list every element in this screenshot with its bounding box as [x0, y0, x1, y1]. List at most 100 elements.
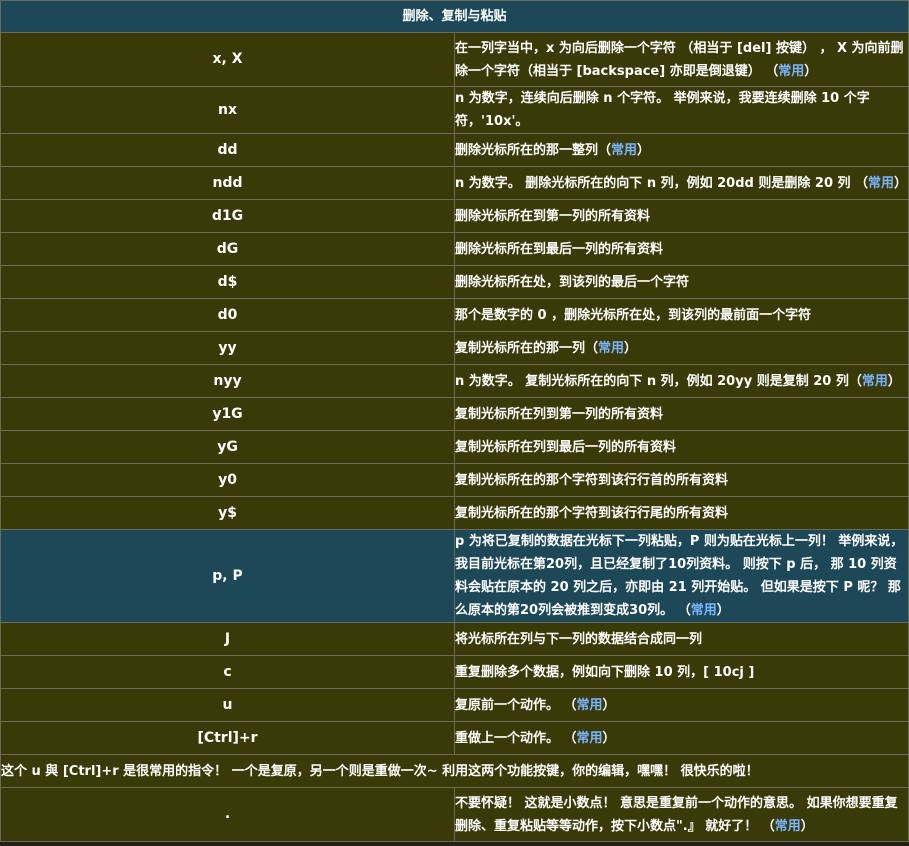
- note-row: 这个 u 與 [Ctrl]+r 是很常用的指令！ 一个是复原，另一个则是重做一次…: [0, 754, 909, 788]
- description-text: 不要怀疑！ 这就是小数点！ 意思是重复前一个动作的意思。 如果你想要重复删除、重…: [455, 795, 898, 834]
- description-text: 删除光标所在到最后一列的所有资料: [455, 241, 664, 257]
- common-link[interactable]: 常用: [577, 698, 603, 713]
- command-key: yy: [0, 331, 455, 365]
- command-key: y0: [0, 463, 455, 497]
- table-row: y$ 复制光标所在的那个字符到该行行尾的所有资料: [0, 496, 909, 530]
- command-key: yG: [0, 430, 455, 464]
- command-description: 删除光标所在到最后一列的所有资料: [454, 232, 909, 266]
- command-description: 复制光标所在的那个字符到该行行尾的所有资料: [454, 496, 909, 530]
- table-row: nx n 为数字，连续向后删除 n 个字符。 举例来说，我要连续删除 10 个字符…: [0, 86, 909, 134]
- description-text: 复制光标所在列到第一列的所有资料: [455, 406, 664, 422]
- bottom-strip: [0, 842, 909, 846]
- command-key: p, P: [0, 529, 455, 623]
- command-key: J: [0, 622, 455, 656]
- closing-paren: ）: [602, 697, 616, 713]
- table-row: c 重复删除多个数据，例如向下删除 10 列，[ 10cj ]: [0, 655, 909, 689]
- description-text: p 为将已复制的数据在光标下一列粘贴，P 则为贴在光标上一列！ 举例来说，我目前…: [455, 534, 904, 618]
- table-row: ndd n 为数字。 删除光标所在的向下 n 列，例如 20dd 则是删除 20 …: [0, 166, 909, 200]
- common-link[interactable]: 常用: [611, 143, 637, 158]
- description-text: 在一列字当中，x 为向后删除一个字符 （相当于 [del] 按键） ， X 为向…: [455, 40, 904, 79]
- table-row: y1G 复制光标所在列到第一列的所有资料: [0, 397, 909, 431]
- command-description: 复制光标所在的那一列（常用）: [454, 331, 909, 365]
- command-key: x, X: [0, 32, 455, 87]
- description-text: 复制光标所在的那个字符到该行行首的所有资料: [455, 472, 729, 488]
- command-description: 在一列字当中，x 为向后删除一个字符 （相当于 [del] 按键） ， X 为向…: [454, 32, 909, 87]
- closing-paren: ）: [637, 142, 651, 158]
- table-row: d0 那个是数字的 0 ，删除光标所在处，到该列的最前面一个字符: [0, 298, 909, 332]
- closing-paren: ）: [716, 603, 730, 618]
- table-row: dG 删除光标所在到最后一列的所有资料: [0, 232, 909, 266]
- table-row: yG 复制光标所在列到最后一列的所有资料: [0, 430, 909, 464]
- command-description: 那个是数字的 0 ，删除光标所在处，到该列的最前面一个字符: [454, 298, 909, 332]
- command-key: nyy: [0, 364, 455, 398]
- command-key: dd: [0, 133, 455, 167]
- note-text: 这个 u 與 [Ctrl]+r 是很常用的指令！ 一个是复原，另一个则是重做一次…: [0, 754, 909, 788]
- command-key: u: [0, 688, 455, 722]
- table-row: x, X 在一列字当中，x 为向后删除一个字符 （相当于 [del] 按键） ， …: [0, 32, 909, 87]
- table-title: 删除、复制与粘贴: [0, 0, 909, 33]
- description-text: 删除光标所在到第一列的所有资料: [455, 208, 651, 224]
- description-text: 删除光标所在处，到该列的最后一个字符: [455, 274, 690, 290]
- table-row: y0 复制光标所在的那个字符到该行行首的所有资料: [0, 463, 909, 497]
- command-key: c: [0, 655, 455, 689]
- command-key: y$: [0, 496, 455, 530]
- command-key: [Ctrl]+r: [0, 721, 455, 755]
- table-row: d$ 删除光标所在处，到该列的最后一个字符: [0, 265, 909, 299]
- command-description: n 为数字。 删除光标所在的向下 n 列，例如 20dd 则是删除 20 列 （…: [454, 166, 909, 200]
- table-row: yy 复制光标所在的那一列（常用）: [0, 331, 909, 365]
- table-body: x, X 在一列字当中，x 为向后删除一个字符 （相当于 [del] 按键） ， …: [0, 32, 909, 842]
- table-row: [Ctrl]+r 重做上一个动作。 （常用）: [0, 721, 909, 755]
- description-text: 重做上一个动作。 （: [455, 730, 577, 746]
- common-link[interactable]: 常用: [775, 819, 801, 834]
- common-link[interactable]: 常用: [598, 341, 624, 356]
- closing-paren: ）: [800, 818, 814, 834]
- command-description: p 为将已复制的数据在光标下一列粘贴，P 则为贴在光标上一列！ 举例来说，我目前…: [454, 529, 909, 623]
- description-text: 删除光标所在的那一整列（: [455, 142, 612, 158]
- command-key: nx: [0, 86, 455, 134]
- description-text: 复制光标所在列到最后一列的所有资料: [455, 439, 677, 455]
- common-link[interactable]: 常用: [868, 176, 894, 191]
- table-row: nyy n 为数字。 复制光标所在的向下 n 列，例如 20yy 则是复制 20 …: [0, 364, 909, 398]
- command-description: 复制光标所在列到第一列的所有资料: [454, 397, 909, 431]
- command-key: ndd: [0, 166, 455, 200]
- command-description: 不要怀疑！ 这就是小数点！ 意思是重复前一个动作的意思。 如果你想要重复删除、重…: [454, 787, 909, 842]
- description-text: 复原前一个动作。 （: [455, 697, 577, 713]
- command-key: d1G: [0, 199, 455, 233]
- command-description: 删除光标所在的那一整列（常用）: [454, 133, 909, 167]
- table-row: u 复原前一个动作。 （常用）: [0, 688, 909, 722]
- command-description: 重复删除多个数据，例如向下删除 10 列，[ 10cj ]: [454, 655, 909, 689]
- description-text: 重复删除多个数据，例如向下删除 10 列，[ 10cj ]: [455, 664, 755, 680]
- command-key: d0: [0, 298, 455, 332]
- command-description: n 为数字。 复制光标所在的向下 n 列，例如 20yy 则是复制 20 列（常…: [454, 364, 909, 398]
- description-text: 复制光标所在的那一列（: [455, 340, 599, 356]
- command-description: n 为数字，连续向后删除 n 个字符。 举例来说，我要连续删除 10 个字符，'…: [454, 86, 909, 134]
- vim-command-table: 删除、复制与粘贴 x, X 在一列字当中，x 为向后删除一个字符 （相当于 [de…: [0, 0, 909, 842]
- command-description: 删除光标所在处，到该列的最后一个字符: [454, 265, 909, 299]
- description-text: 复制光标所在的那个字符到该行行尾的所有资料: [455, 505, 729, 521]
- table-row: d1G 删除光标所在到第一列的所有资料: [0, 199, 909, 233]
- command-description: 复制光标所在的那个字符到该行行首的所有资料: [454, 463, 909, 497]
- command-key: d$: [0, 265, 455, 299]
- command-description: 复原前一个动作。 （常用）: [454, 688, 909, 722]
- common-link[interactable]: 常用: [577, 731, 603, 746]
- common-link[interactable]: 常用: [778, 64, 804, 79]
- table-row: dd 删除光标所在的那一整列（常用）: [0, 133, 909, 167]
- closing-paren: ）: [804, 63, 818, 79]
- command-key: dG: [0, 232, 455, 266]
- common-link[interactable]: 常用: [691, 603, 717, 618]
- command-description: 删除光标所在到第一列的所有资料: [454, 199, 909, 233]
- closing-paren: ）: [894, 175, 908, 191]
- description-text: 将光标所在列与下一列的数据结合成同一列: [455, 631, 703, 647]
- command-key: y1G: [0, 397, 455, 431]
- common-link[interactable]: 常用: [862, 374, 888, 389]
- closing-paren: ）: [602, 730, 616, 746]
- command-description: 重做上一个动作。 （常用）: [454, 721, 909, 755]
- description-text: 那个是数字的 0 ，删除光标所在处，到该列的最前面一个字符: [455, 307, 812, 323]
- table-row: . 不要怀疑！ 这就是小数点！ 意思是重复前一个动作的意思。 如果你想要重复删除、…: [0, 787, 909, 842]
- description-text: n 为数字。 复制光标所在的向下 n 列，例如 20yy 则是复制 20 列（: [455, 373, 862, 389]
- closing-paren: ）: [624, 340, 638, 356]
- command-description: 复制光标所在列到最后一列的所有资料: [454, 430, 909, 464]
- table-row: p, Pp 为将已复制的数据在光标下一列粘贴，P 则为贴在光标上一列！ 举例来说…: [0, 529, 909, 623]
- description-text: n 为数字。 删除光标所在的向下 n 列，例如 20dd 则是删除 20 列 （: [455, 175, 869, 191]
- command-key: .: [0, 787, 455, 842]
